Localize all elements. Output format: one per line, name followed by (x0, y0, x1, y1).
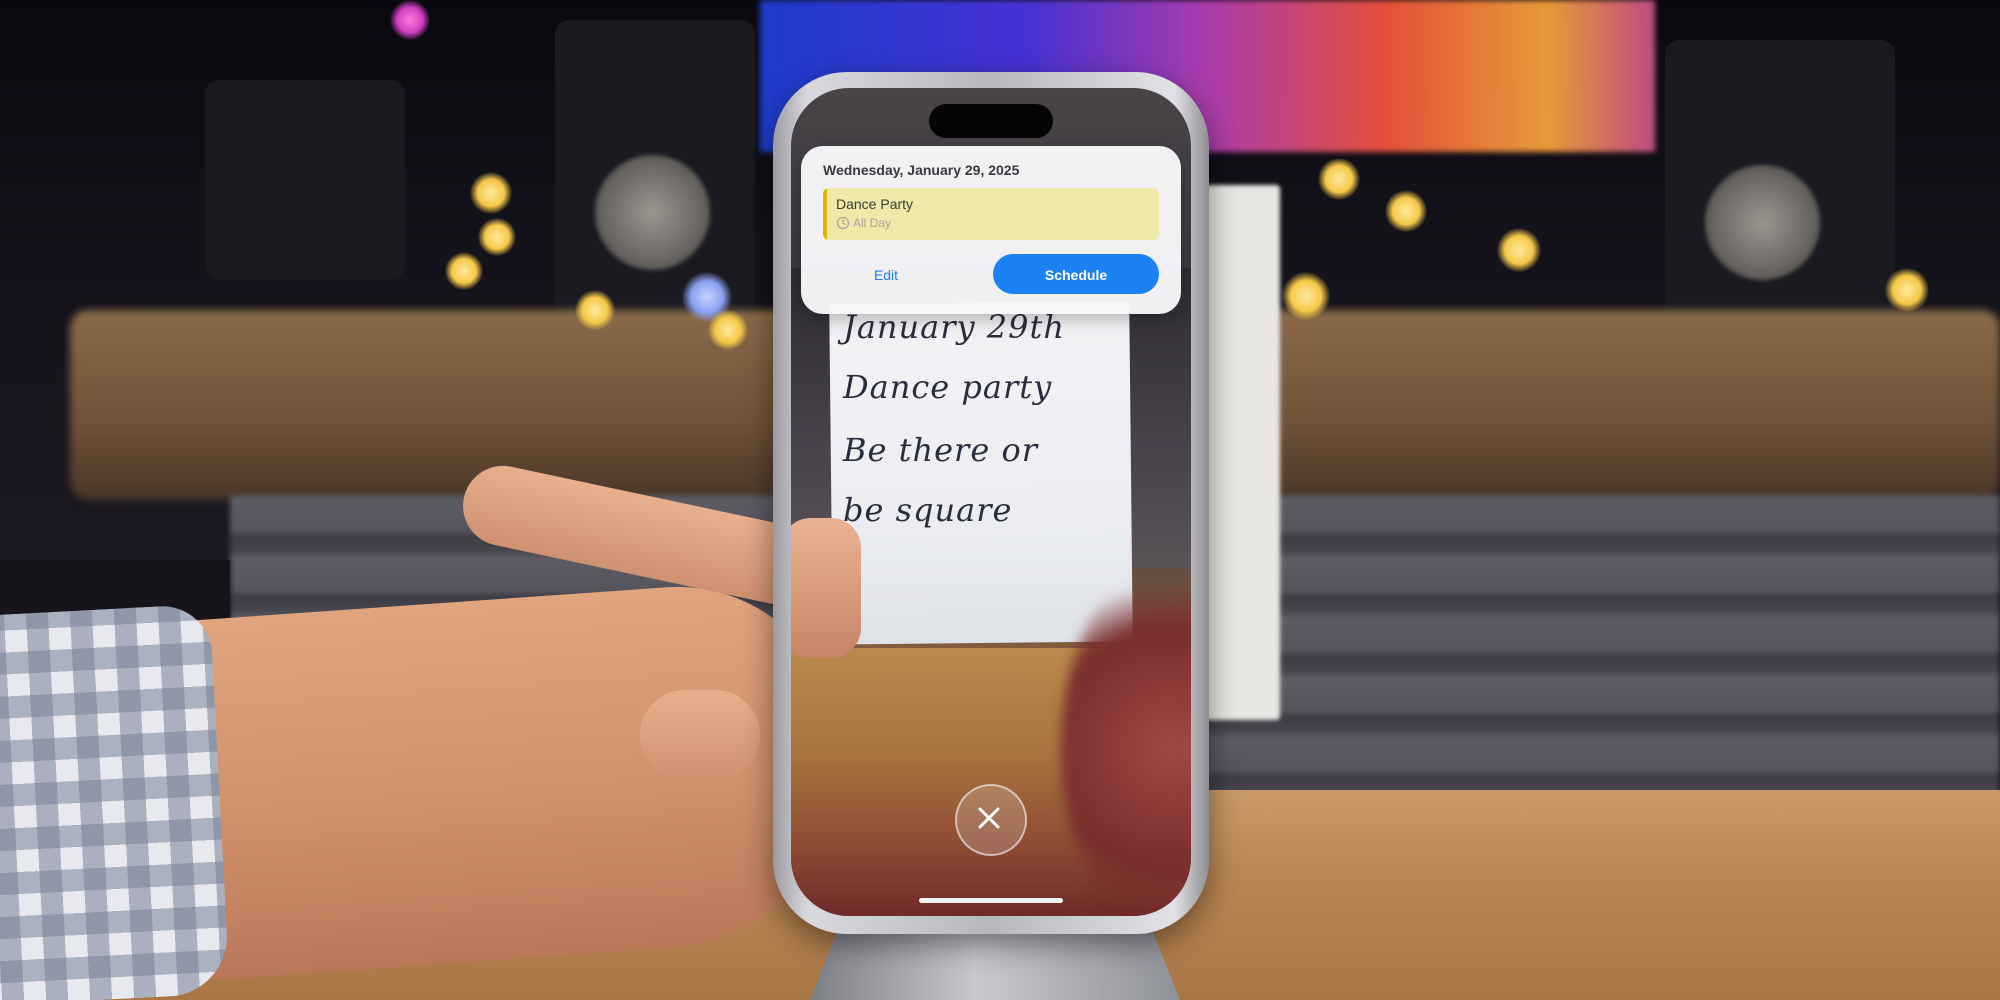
event-title: Dance Party (836, 196, 914, 212)
event-color-bar (823, 188, 827, 240)
bokeh-light (575, 290, 615, 330)
close-icon (978, 807, 1000, 829)
bokeh-light (478, 218, 516, 256)
calendar-suggestion-card: Wednesday, January 29, 2025 Dance Party … (801, 146, 1181, 314)
event-date: Wednesday, January 29, 2025 (823, 162, 1020, 178)
note-line: Dance party (843, 368, 1053, 406)
right-speaker (1665, 40, 1895, 350)
home-indicator[interactable] (919, 898, 1063, 903)
iphone: January 29th Dance party Be there or be … (773, 72, 1209, 934)
left-speaker (555, 20, 755, 320)
audio-interface (205, 80, 405, 280)
dynamic-island (929, 104, 1053, 138)
clock-icon (836, 216, 850, 230)
bokeh-light (445, 252, 483, 290)
edit-button[interactable]: Edit (831, 254, 941, 294)
photo-scene: January 29th Dance party Be there or be … (0, 0, 2000, 1000)
close-button[interactable] (955, 784, 1027, 856)
event-time: All Day (853, 216, 892, 230)
calendar-event[interactable]: Dance Party All Day (823, 188, 1159, 240)
bokeh-light (708, 310, 748, 350)
bokeh-light (1318, 158, 1360, 200)
speaker-cone (595, 155, 710, 270)
bokeh-light (1282, 272, 1330, 320)
phone-stand (810, 925, 1180, 1000)
bokeh-light (1885, 268, 1929, 312)
thumb (791, 518, 861, 658)
speaker-cone (1705, 165, 1820, 280)
bokeh-light (1497, 228, 1541, 272)
note-line: be square (843, 491, 1013, 529)
shirt-sleeve (0, 603, 231, 1000)
note-line: Be there or (843, 431, 1038, 469)
handwritten-note (829, 301, 1133, 645)
finger (640, 690, 760, 780)
phone-screen: January 29th Dance party Be there or be … (791, 88, 1191, 916)
bokeh-light (1385, 190, 1427, 232)
bokeh-light (390, 0, 430, 40)
schedule-button[interactable]: Schedule (993, 254, 1159, 294)
bokeh-light (470, 172, 512, 214)
